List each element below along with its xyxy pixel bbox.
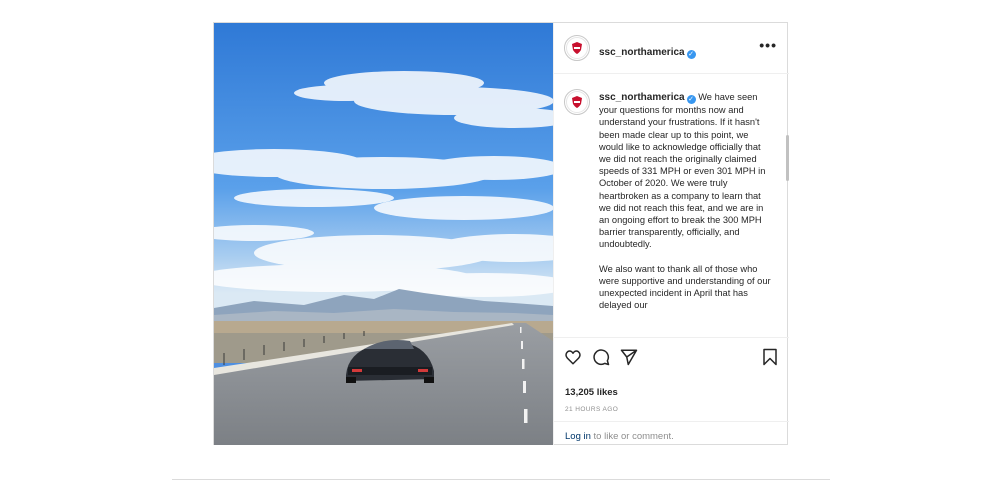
login-link[interactable]: Log in: [565, 431, 591, 442]
caption-paragraph-1: We have seen your questions for months n…: [599, 92, 768, 250]
heart-icon[interactable]: [564, 348, 582, 366]
caption-scroll-area[interactable]: ssc_northamerica ✓ We have seen your ques…: [554, 75, 789, 337]
post-actions: 13,205 likes 21 HOURS AGO Log in to like…: [554, 337, 789, 445]
hypercar-on-highway-image: [214, 23, 553, 445]
more-options-icon[interactable]: •••: [759, 38, 777, 52]
post-header: ssc_northamerica ✓ •••: [554, 23, 789, 74]
ssc-logo-avatar[interactable]: [564, 35, 590, 61]
post-photo[interactable]: [214, 23, 553, 445]
post-caption: ssc_northamerica ✓ We have seen your ques…: [599, 91, 775, 312]
caption-paragraph-2: We also want to thank all of those who w…: [599, 263, 774, 311]
instagram-post: ssc_northamerica ✓ ••• ssc_northamerica ✓ …: [213, 22, 789, 445]
post-timestamp[interactable]: 21 HOURS AGO: [565, 406, 618, 413]
like-count[interactable]: 13,205 likes: [565, 387, 618, 398]
verified-badge-icon: ✓: [686, 95, 696, 104]
caption-avatar[interactable]: [564, 89, 590, 115]
login-prompt: Log in to like or comment.: [554, 421, 789, 446]
send-icon[interactable]: [620, 348, 638, 366]
post-author-username[interactable]: ssc_northamerica: [599, 47, 685, 58]
caption-scrollbar[interactable]: [786, 135, 789, 181]
page-divider: [172, 479, 830, 480]
caption-username[interactable]: ssc_northamerica: [599, 92, 685, 103]
ssc-shield-icon: [572, 42, 582, 54]
post-side-panel: ssc_northamerica ✓ ••• ssc_northamerica ✓ …: [553, 23, 789, 445]
ssc-shield-icon: [572, 96, 582, 108]
verified-badge-icon: ✓: [686, 50, 696, 59]
login-suffix: to like or comment.: [590, 431, 674, 442]
bookmark-icon[interactable]: [761, 348, 779, 366]
comment-icon[interactable]: [592, 348, 610, 366]
